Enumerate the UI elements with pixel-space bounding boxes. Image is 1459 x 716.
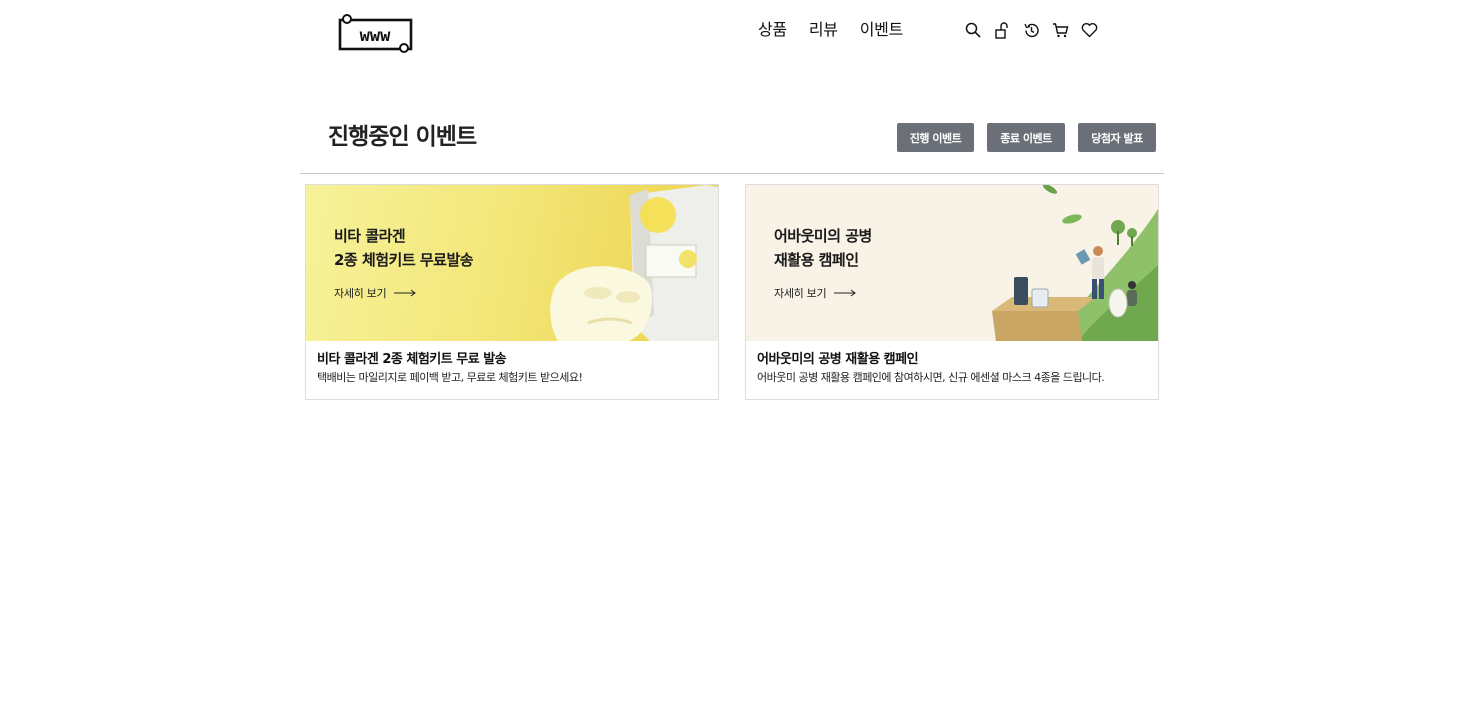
event-card[interactable]: 비타 콜라겐 2종 체험키트 무료발송 자세히 보기 비타 콜라겐 2종 체험키…	[305, 184, 719, 400]
banner-more-link[interactable]: 자세히 보기	[334, 285, 417, 301]
banner-more-label: 자세히 보기	[774, 287, 827, 300]
site-logo[interactable]: www	[338, 14, 414, 54]
arrow-right-icon	[394, 289, 417, 297]
event-card-body: 비타 콜라겐 2종 체험키트 무료 발송 택배비는 마일리지로 페이백 받고, …	[306, 341, 718, 396]
section-divider	[300, 173, 1164, 174]
ongoing-events-button[interactable]: 진행 이벤트	[897, 123, 974, 152]
event-description: 어바웃미 공병 재활용 캠페인에 참여하시면, 신규 에센셜 마스크 4종을 드…	[757, 371, 1105, 384]
search-icon[interactable]	[964, 20, 982, 40]
event-banner[interactable]: 비타 콜라겐 2종 체험키트 무료발송 자세히 보기	[306, 185, 718, 341]
heart-icon[interactable]	[1080, 20, 1098, 40]
banner-more-label: 자세히 보기	[334, 287, 387, 300]
event-card[interactable]: 어바웃미의 공병 재활용 캠페인 자세히 보기 어바웃미의 공병 재활용 캠페인…	[745, 184, 1159, 400]
event-filter-buttons: 진행 이벤트 종료 이벤트 당첨자 발표	[897, 123, 1156, 152]
header-icons	[964, 20, 1098, 40]
event-card-body: 어바웃미의 공병 재활용 캠페인 어바웃미 공병 재활용 캠페인에 참여하시면,…	[746, 341, 1158, 396]
banner-more-link[interactable]: 자세히 보기	[774, 285, 857, 301]
nav-events[interactable]: 이벤트	[860, 18, 904, 42]
winners-button[interactable]: 당첨자 발표	[1078, 123, 1156, 152]
event-title: 비타 콜라겐 2종 체험키트 무료 발송	[317, 352, 507, 367]
page-title: 진행중인 이벤트	[328, 124, 477, 150]
cart-icon[interactable]	[1051, 20, 1069, 40]
ended-events-button[interactable]: 종료 이벤트	[987, 123, 1065, 152]
nav-products[interactable]: 상품	[758, 18, 787, 42]
collagen-mask-image	[550, 185, 718, 341]
recycling-campaign-image	[992, 185, 1158, 341]
banner-title: 비타 콜라겐 2종 체험키트 무료발송	[334, 227, 474, 269]
event-description: 택배비는 마일리지로 페이백 받고, 무료로 체험키트 받으세요!	[317, 371, 583, 384]
history-icon[interactable]	[1022, 20, 1040, 40]
event-title: 어바웃미의 공병 재활용 캠페인	[757, 352, 919, 367]
event-banner[interactable]: 어바웃미의 공병 재활용 캠페인 자세히 보기	[746, 185, 1158, 341]
main-nav: 상품 리뷰 이벤트	[758, 18, 903, 42]
www-logo-icon: www	[338, 14, 413, 53]
nav-reviews[interactable]: 리뷰	[809, 18, 838, 42]
lock-icon[interactable]	[993, 20, 1011, 40]
arrow-right-icon	[834, 289, 857, 297]
svg-text:www: www	[360, 26, 391, 46]
banner-title: 어바웃미의 공병 재활용 캠페인	[774, 227, 872, 269]
